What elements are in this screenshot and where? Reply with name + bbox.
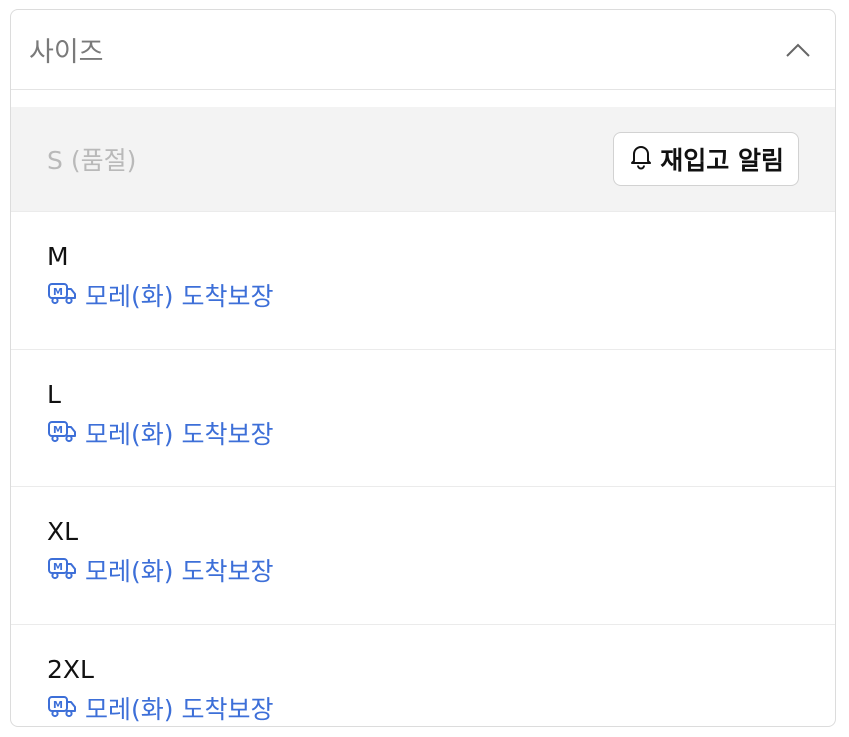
svg-text:M: M bbox=[53, 425, 63, 436]
delivery-text: 모레(화) 도착보장 bbox=[85, 694, 274, 724]
size-option-m[interactable]: M M 모레(화) 도착보장 bbox=[11, 212, 835, 350]
size-option-2xl[interactable]: 2XL M 모레(화) 도착보장 bbox=[11, 625, 835, 727]
size-option-name: M bbox=[47, 242, 69, 271]
delivery-truck-icon: M bbox=[47, 280, 77, 314]
size-dropdown: 사이즈 S (품절) 재입고 알림 M M 모레(화) 도착보장 L M 모레(… bbox=[10, 9, 836, 727]
restock-alert-button[interactable]: 재입고 알림 bbox=[613, 132, 799, 186]
delivery-info: M 모레(화) 도착보장 bbox=[47, 418, 799, 452]
size-option-l[interactable]: L M 모레(화) 도착보장 bbox=[11, 350, 835, 487]
size-dropdown-header[interactable]: 사이즈 bbox=[11, 10, 835, 90]
delivery-text: 모레(화) 도착보장 bbox=[85, 557, 274, 586]
chevron-up-icon[interactable] bbox=[783, 35, 813, 65]
bell-icon bbox=[628, 142, 654, 176]
svg-text:M: M bbox=[53, 562, 63, 573]
delivery-text: 모레(화) 도착보장 bbox=[85, 419, 274, 449]
size-option-xl[interactable]: XL M 모레(화) 도착보장 bbox=[11, 487, 835, 625]
restock-alert-label: 재입고 알림 bbox=[660, 146, 784, 175]
svg-text:M: M bbox=[53, 700, 63, 711]
size-option-name: XL bbox=[47, 517, 79, 546]
delivery-info: M 모레(화) 도착보장 bbox=[47, 555, 799, 589]
size-option-name: 2XL bbox=[47, 654, 94, 684]
delivery-truck-icon: M bbox=[47, 693, 77, 727]
delivery-truck-icon: M bbox=[47, 418, 77, 452]
delivery-info: M 모레(화) 도착보장 bbox=[47, 280, 799, 314]
size-option-name: S (품절) bbox=[47, 146, 137, 175]
delivery-text: 모레(화) 도착보장 bbox=[85, 282, 274, 311]
delivery-truck-icon: M bbox=[47, 555, 77, 589]
svg-text:M: M bbox=[53, 287, 63, 298]
delivery-info: M 모레(화) 도착보장 bbox=[47, 693, 799, 727]
size-dropdown-label: 사이즈 bbox=[29, 37, 104, 68]
size-option-name: L bbox=[47, 379, 61, 409]
size-option-s: S (품절) 재입고 알림 bbox=[11, 107, 835, 212]
